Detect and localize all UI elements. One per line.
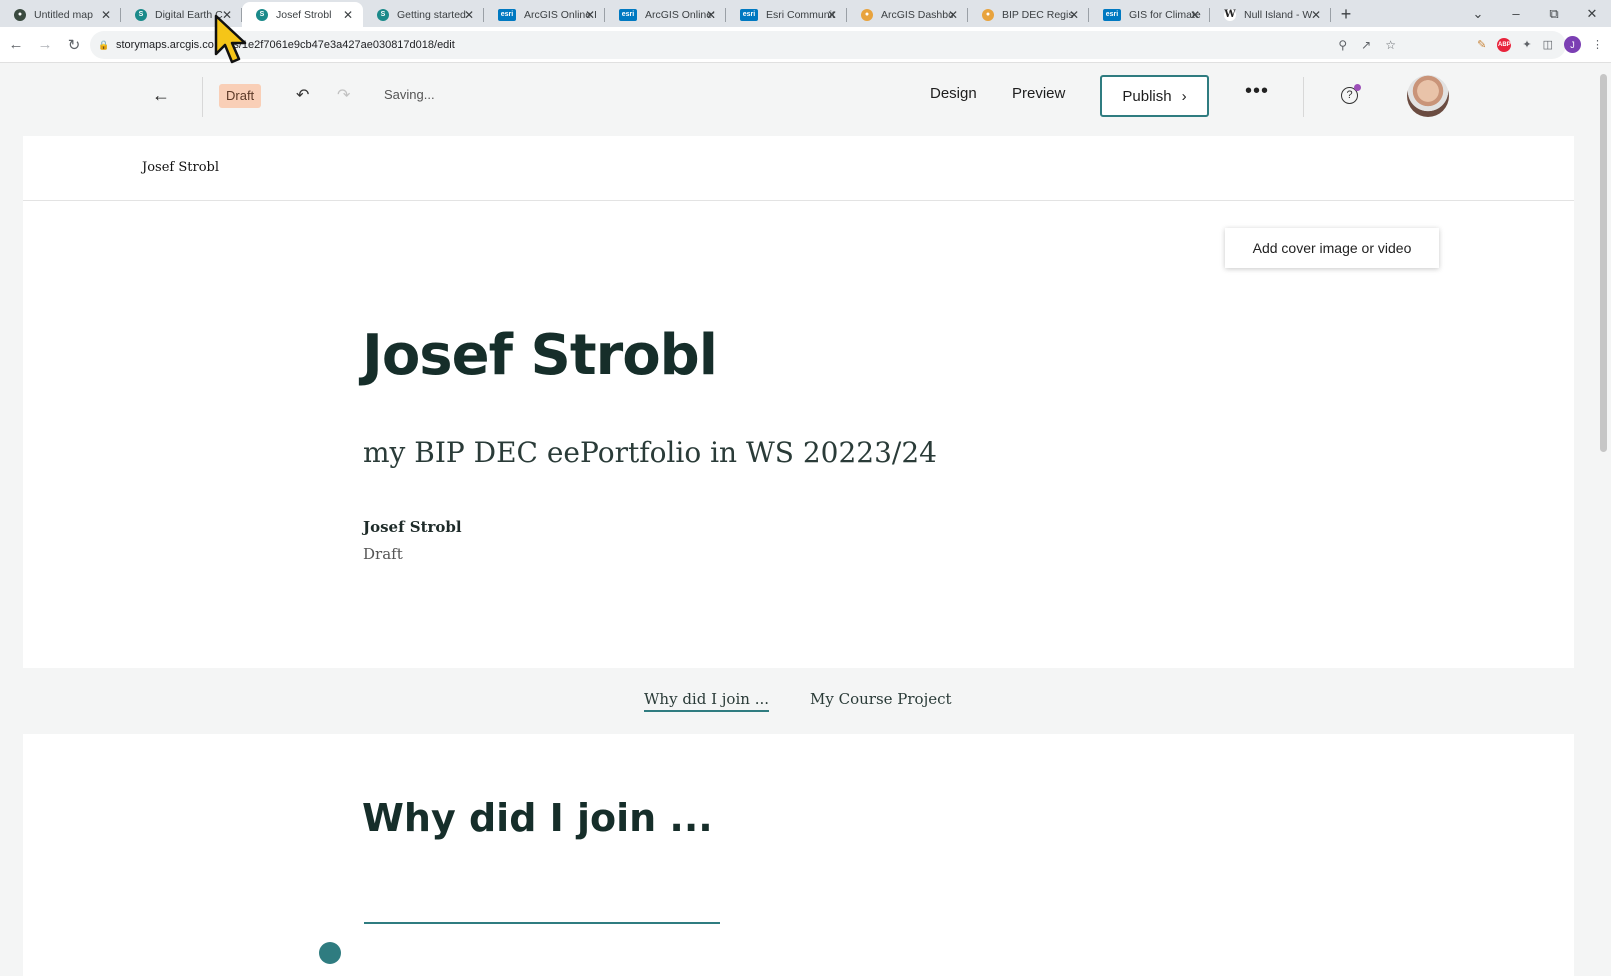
help-icon[interactable]: ? — [1341, 84, 1361, 104]
new-tab-button[interactable]: + — [1331, 2, 1361, 27]
close-icon[interactable]: ✕ — [827, 8, 837, 22]
bookmark-star-icon[interactable]: ☆ — [1385, 38, 1396, 52]
undo-icon[interactable]: ↶ — [296, 85, 309, 105]
close-icon[interactable]: ✕ — [101, 8, 111, 22]
share-icon[interactable]: ↗ — [1361, 38, 1371, 52]
preview-button[interactable]: Preview — [1012, 85, 1065, 102]
publish-button[interactable]: Publish › — [1100, 75, 1209, 117]
publish-status: Draft — [363, 545, 403, 563]
saving-status: Saving... — [384, 87, 435, 102]
builder-toolbar: ← Draft ↶ ↷ Saving... Design Preview Pub… — [0, 63, 1611, 133]
tab-getting-started[interactable]: S Getting started ✕ — [363, 2, 484, 27]
add-cover-button[interactable]: Add cover image or video — [1225, 228, 1439, 268]
esri-icon: esri — [619, 8, 637, 21]
extensions-bar: ✎ ABP ✦ ◫ J ⋮ — [1477, 36, 1603, 53]
wikipedia-icon: W — [1224, 8, 1236, 21]
close-window-icon[interactable]: ✕ — [1573, 6, 1611, 22]
redo-icon[interactable]: ↷ — [337, 85, 350, 105]
forward-icon[interactable]: → — [32, 36, 58, 53]
mouse-cursor-icon — [214, 14, 247, 64]
globe-icon: ● — [14, 8, 26, 21]
section-divider — [364, 922, 720, 924]
tab-arcgis-online-1[interactable]: esri ArcGIS Online I ✕ — [484, 2, 605, 27]
tab-bip-dec-registration[interactable]: ● BIP DEC Regist ✕ — [968, 2, 1089, 27]
restore-icon[interactable]: ⧉ — [1535, 6, 1573, 22]
scrollbar-thumb[interactable] — [1600, 74, 1607, 452]
window-controls: ⌄ – ⧉ ✕ — [1459, 0, 1611, 27]
story-canvas: Josef Strobl Add cover image or video Jo… — [23, 136, 1574, 976]
add-block-button[interactable] — [319, 942, 341, 964]
close-icon[interactable]: ✕ — [343, 8, 353, 22]
design-button[interactable]: Design — [930, 85, 977, 102]
scrollbar[interactable] — [1596, 68, 1611, 976]
url-text[interactable]: storymaps.arcgis.co…ies/1e2f7061e9cb47e3… — [116, 39, 455, 51]
chevron-right-icon: › — [1181, 87, 1187, 105]
esri-icon: esri — [740, 8, 758, 21]
status-badge: Draft — [219, 84, 262, 108]
story-subtitle[interactable]: my BIP DEC eePortfolio in WS 20223/24 — [363, 436, 937, 469]
story-navigation: Why did I join ... My Course Project — [23, 668, 1574, 734]
tab-title: Getting started — [397, 8, 466, 21]
tab-search-icon[interactable]: ⌄ — [1459, 6, 1497, 22]
side-panel-icon[interactable]: ◫ — [1543, 38, 1553, 51]
reload-icon[interactable]: ↻ — [61, 36, 87, 54]
dashboard-icon: ● — [861, 8, 873, 21]
esri-icon: esri — [1103, 8, 1121, 21]
tab-untitled-map[interactable]: ● Untitled map ✕ — [0, 2, 121, 27]
minimize-icon[interactable]: – — [1497, 6, 1535, 21]
esri-icon: esri — [498, 8, 516, 21]
story-title[interactable]: Josef Strobl — [362, 323, 718, 388]
close-icon[interactable]: ✕ — [1069, 8, 1079, 22]
tab-null-island[interactable]: W Null Island - W ✕ — [1210, 2, 1331, 27]
tab-title: Untitled map — [34, 8, 93, 21]
zoom-icon[interactable]: ⚲ — [1338, 38, 1347, 52]
back-arrow-icon[interactable]: ← — [152, 85, 170, 106]
story-header: Josef Strobl — [23, 136, 1574, 201]
extension-icon[interactable]: ✎ — [1477, 38, 1486, 51]
tab-title: Josef Strobl — [276, 8, 332, 21]
tab-josef-strobl[interactable]: S Josef Strobl ✕ — [242, 2, 363, 27]
url-input[interactable]: 🔒 storymaps.arcgis.co…ies/1e2f7061e9cb47… — [90, 31, 1566, 59]
nav-link-my-course-project[interactable]: My Course Project — [810, 690, 952, 708]
storymaps-icon: S — [256, 8, 268, 21]
close-icon[interactable]: ✕ — [706, 8, 716, 22]
nav-link-why-did-i-join[interactable]: Why did I join ... — [644, 690, 769, 712]
tab-title: Null Island - W — [1244, 8, 1313, 21]
notification-dot — [1354, 84, 1361, 91]
publish-label: Publish — [1122, 87, 1172, 105]
tab-esri-community[interactable]: esri Esri Communit ✕ — [726, 2, 847, 27]
adblock-icon[interactable]: ABP — [1497, 37, 1512, 52]
dashboard-icon: ● — [982, 8, 994, 21]
byline[interactable]: Josef Strobl — [363, 518, 462, 536]
close-icon[interactable]: ✕ — [948, 8, 958, 22]
profile-icon[interactable]: J — [1564, 36, 1581, 53]
more-options-button[interactable]: ••• — [1245, 80, 1269, 103]
tab-arcgis-dashboards[interactable]: ● ArcGIS Dashbo ✕ — [847, 2, 968, 27]
tab-title: ArcGIS Dashbo — [881, 8, 953, 21]
tab-title: BIP DEC Regist — [1002, 8, 1074, 21]
close-icon[interactable]: ✕ — [1190, 8, 1200, 22]
puzzle-icon[interactable]: ✦ — [1522, 38, 1531, 51]
close-icon[interactable]: ✕ — [585, 8, 595, 22]
divider — [202, 77, 203, 117]
section-heading[interactable]: Why did I join ... — [362, 796, 713, 840]
divider — [1303, 77, 1304, 117]
back-icon[interactable]: ← — [3, 36, 29, 53]
close-icon[interactable]: ✕ — [464, 8, 474, 22]
close-icon[interactable]: ✕ — [1311, 8, 1321, 22]
kebab-menu-icon[interactable]: ⋮ — [1592, 38, 1603, 51]
tab-arcgis-online-2[interactable]: esri ArcGIS Online: ✕ — [605, 2, 726, 27]
avatar[interactable] — [1407, 75, 1449, 117]
story-header-title[interactable]: Josef Strobl — [142, 160, 219, 175]
storymaps-builder: ← Draft ↶ ↷ Saving... Design Preview Pub… — [0, 63, 1611, 976]
storymaps-icon: S — [377, 8, 389, 21]
lock-icon[interactable]: 🔒 — [98, 40, 109, 50]
storymaps-icon: S — [135, 8, 147, 21]
tab-gis-for-climate[interactable]: esri GIS for Climate ✕ — [1089, 2, 1210, 27]
